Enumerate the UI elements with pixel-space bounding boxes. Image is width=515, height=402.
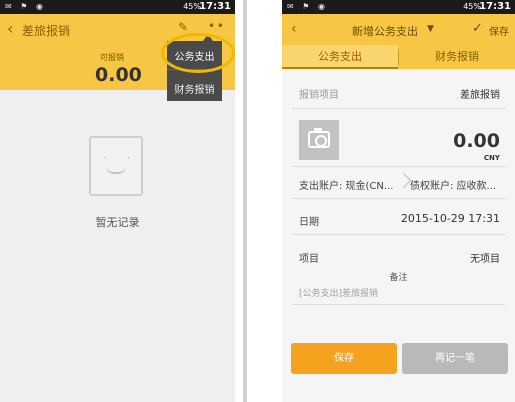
- add-another-button[interactable]: 再记一笔: [402, 343, 508, 374]
- empty-state-icon: ' ': [89, 136, 143, 196]
- page-title[interactable]: 新增公务支出: [352, 23, 418, 39]
- divider: [292, 304, 505, 305]
- face-eyes: ' ': [104, 156, 139, 166]
- spacer: [247, 0, 282, 402]
- reimbursable-amount: 0.00: [95, 64, 142, 86]
- tab-finance-reimburse[interactable]: 财务报销: [399, 45, 515, 69]
- highlight-circle: [161, 33, 235, 73]
- divider: [292, 108, 505, 109]
- status-bar: ✉ ⚑ ◉ 45% 17:31: [0, 0, 235, 14]
- photo-button[interactable]: [299, 120, 339, 160]
- item-label: 报销项目: [299, 90, 339, 101]
- tab-bar: 公务支出 财务报销: [282, 45, 515, 69]
- more-icon[interactable]: • •: [208, 19, 224, 33]
- chevron-right-icon: [398, 172, 410, 190]
- date-label: 日期: [299, 217, 319, 228]
- amount-input[interactable]: 0.00: [453, 130, 500, 152]
- back-icon[interactable]: ‹: [7, 21, 19, 37]
- camera-icon: [308, 128, 330, 148]
- project-value[interactable]: 无项目: [470, 250, 500, 265]
- project-label: 项目: [299, 254, 319, 265]
- face-smile: [106, 166, 126, 174]
- tab-public-expense[interactable]: 公务支出: [282, 45, 398, 69]
- save-button[interactable]: 保存: [291, 343, 397, 374]
- divider: [292, 198, 505, 199]
- page-title: 差旅报销: [22, 24, 71, 38]
- spacer: [235, 0, 243, 402]
- status-time: 17:31: [479, 1, 511, 12]
- pay-account[interactable]: 支出账户: 现金(CN...: [299, 177, 393, 192]
- notification-icons: ✉ ⚑ ◉: [287, 2, 328, 11]
- note-input[interactable]: [公务支出]差旅报销: [299, 286, 378, 299]
- note-label: 备注: [389, 273, 408, 283]
- new-expense-screen: ✉ ⚑ ◉ 45% 17:31 ‹ 新增公务支出 ▼ ✓ 保存 公务支出 财务报…: [282, 0, 515, 402]
- reimbursable-label: 可报销: [100, 53, 124, 62]
- expense-list-screen: ✉ ⚑ ◉ 45% 17:31 ‹ 差旅报销 ✎ • • 可报销 0.00 公务…: [0, 0, 235, 402]
- check-icon[interactable]: ✓: [472, 21, 483, 36]
- empty-state-text: 暂无记录: [95, 216, 140, 229]
- status-time: 17:31: [199, 1, 231, 12]
- back-icon[interactable]: ‹: [291, 21, 297, 37]
- caret-down-icon[interactable]: ▼: [427, 24, 434, 34]
- divider: [292, 166, 505, 167]
- status-bar: ✉ ⚑ ◉ 45% 17:31: [282, 0, 515, 14]
- date-value[interactable]: 2015-10-29 17:31: [401, 212, 500, 225]
- item-value[interactable]: 差旅报销: [460, 86, 500, 101]
- app-bar: ‹ 新增公务支出 ▼ ✓ 保存: [282, 14, 515, 45]
- credit-account[interactable]: 债权账户: 应收款...: [410, 177, 496, 192]
- notification-icons: ✉ ⚑ ◉: [5, 2, 46, 11]
- divider: [292, 234, 505, 235]
- menu-item-finance-reimburse[interactable]: 财务报销: [167, 81, 222, 96]
- edit-icon[interactable]: ✎: [178, 20, 188, 34]
- currency-label[interactable]: CNY: [484, 154, 500, 162]
- save-header-button[interactable]: 保存: [489, 23, 509, 38]
